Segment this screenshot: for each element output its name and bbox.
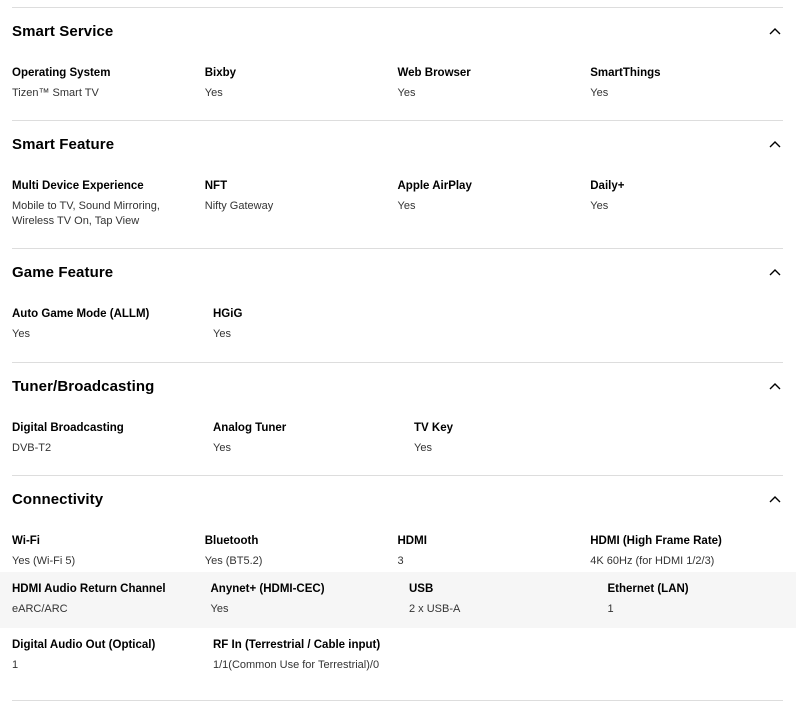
spec-row: Digital Audio Out (Optical) 1 RF In (Terr…	[12, 628, 783, 673]
spec-item: RF In (Terrestrial / Cable input) 1/1(Com…	[213, 628, 414, 673]
spec-item: Ethernet (LAN) 1	[608, 572, 796, 628]
spec-label: Digital Audio Out (Optical)	[12, 639, 156, 651]
spec-label: Operating System	[12, 67, 111, 79]
spec-item: Bixby Yes	[205, 56, 398, 101]
spec-value: Yes (Wi-Fi 5)	[12, 555, 76, 567]
spec-value: Yes (BT5.2)	[204, 555, 263, 567]
spec-label: Apple AirPlay	[397, 180, 472, 192]
spec-label: HDMI	[397, 535, 427, 547]
spec-value: 3	[397, 555, 404, 567]
spec-value: Yes	[590, 87, 609, 99]
spec-item: Daily+ Yes	[590, 169, 783, 229]
spec-value: Yes	[204, 87, 223, 99]
chevron-up-icon[interactable]	[769, 495, 781, 503]
spec-item: USB 2 x USB-A	[409, 572, 608, 628]
spec-value: 1	[607, 603, 614, 615]
spec-label: Digital Broadcasting	[12, 422, 124, 434]
spec-item: NFT Nifty Gateway	[205, 169, 398, 229]
spec-item: Bluetooth Yes (BT5.2)	[205, 524, 398, 572]
spec-value: Yes	[213, 442, 231, 454]
section-title: Smart Service	[12, 23, 114, 40]
spec-item: Digital Broadcasting DVB-T2	[12, 411, 213, 456]
spec-row: Auto Game Mode (ALLM) Yes HGiG Yes	[12, 297, 783, 342]
spec-item: Digital Audio Out (Optical) 1	[12, 628, 213, 673]
spec-item: Multi Device Experience Mobile to TV, Sou…	[12, 169, 205, 229]
spec-value: Yes	[397, 87, 416, 99]
spec-label: NFT	[204, 180, 228, 192]
section-smart-feature: Smart Feature Multi Device Experience Mob…	[12, 121, 783, 248]
spec-item: Wi-Fi Yes (Wi-Fi 5)	[12, 524, 205, 572]
spec-value: Yes	[210, 603, 229, 615]
spec-label: SmartThings	[590, 67, 661, 79]
spec-label: HGiG	[213, 308, 243, 320]
spec-value: Mobile to TV, Sound Mirroring,	[12, 200, 160, 212]
section-title: Tuner/Broadcasting	[12, 378, 155, 395]
spec-label: Auto Game Mode (ALLM)	[12, 308, 150, 320]
spec-label: HDMI Audio Return Channel	[12, 583, 166, 595]
spec-value: DVB-T2	[12, 442, 52, 454]
spec-item: TV Key Yes	[414, 411, 615, 456]
spec-list: Smart Service Operating System Tizen™ Sma…	[0, 0, 796, 701]
section-tuner-broadcasting: Tuner/Broadcasting Digital Broadcasting D…	[12, 363, 783, 475]
spec-value: Nifty Gateway	[204, 200, 274, 212]
section-game-feature: Game Feature Auto Game Mode (ALLM) Yes HG…	[12, 249, 783, 362]
divider	[12, 700, 783, 701]
spec-row: Multi Device Experience Mobile to TV, Sou…	[12, 169, 783, 229]
section-header[interactable]: Game Feature	[12, 249, 783, 297]
spec-item: Operating System Tizen™ Smart TV	[12, 56, 205, 101]
spec-label: TV Key	[414, 422, 453, 434]
spec-label: Analog Tuner	[213, 422, 287, 434]
spec-item: SmartThings Yes	[590, 56, 783, 101]
spec-label: Web Browser	[397, 67, 471, 79]
spec-value: Yes	[414, 442, 432, 454]
section-header[interactable]: Smart Service	[12, 8, 783, 56]
chevron-up-icon[interactable]	[769, 268, 781, 276]
section-header[interactable]: Tuner/Broadcasting	[12, 363, 783, 411]
spec-label: Wi-Fi	[12, 535, 40, 547]
spec-item: Web Browser Yes	[398, 56, 591, 101]
chevron-up-icon[interactable]	[769, 27, 781, 35]
spec-label: Anynet+ (HDMI-CEC)	[210, 583, 325, 595]
spec-item: HDMI Audio Return Channel eARC/ARC	[12, 572, 211, 628]
spec-item: HDMI 3	[398, 524, 591, 572]
section-title: Connectivity	[12, 491, 104, 508]
spec-item: HGiG Yes	[213, 297, 414, 342]
section-title: Smart Feature	[12, 136, 115, 153]
section-title: Game Feature	[12, 264, 114, 281]
spec-value: Yes	[12, 328, 30, 340]
section-smart-service: Smart Service Operating System Tizen™ Sma…	[12, 8, 783, 120]
spec-row-highlighted: HDMI Audio Return Channel eARC/ARC Anynet…	[0, 572, 796, 628]
section-connectivity: Connectivity Wi-Fi Yes (Wi-Fi 5) Bluetoot…	[0, 476, 796, 700]
spec-label: Ethernet (LAN)	[607, 583, 689, 595]
spec-item: Apple AirPlay Yes	[398, 169, 591, 229]
spec-item: HDMI (High Frame Rate) 4K 60Hz (for HDMI …	[590, 524, 783, 572]
spec-value: 1	[12, 659, 19, 671]
spec-label: Multi Device Experience	[12, 180, 144, 192]
spec-value: Tizen™ Smart TV	[12, 87, 99, 99]
chevron-up-icon[interactable]	[769, 382, 781, 390]
spec-row: Operating System Tizen™ Smart TV Bixby Yes…	[12, 56, 783, 101]
spec-label: Bixby	[204, 67, 237, 79]
spec-value: Yes	[213, 328, 231, 340]
spec-row: Digital Broadcasting DVB-T2 Analog Tuner Y…	[12, 411, 783, 456]
chevron-up-icon[interactable]	[769, 140, 781, 148]
spec-value: Yes	[590, 200, 609, 212]
spec-value: eARC/ARC	[12, 603, 68, 615]
spec-value: 1/1(Common Use for Terrestrial)/0	[213, 659, 380, 671]
spec-value: 2 x USB-A	[409, 603, 461, 615]
spec-label: HDMI (High Frame Rate)	[590, 535, 722, 547]
section-header[interactable]: Connectivity	[12, 476, 783, 524]
spec-value: Yes	[397, 200, 416, 212]
spec-label: Daily+	[590, 180, 625, 192]
spec-label: RF In (Terrestrial / Cable input)	[213, 639, 381, 651]
spec-item: Analog Tuner Yes	[213, 411, 414, 456]
spec-label: Bluetooth	[204, 535, 259, 547]
spec-item: Auto Game Mode (ALLM) Yes	[12, 297, 213, 342]
spec-row: Wi-Fi Yes (Wi-Fi 5) Bluetooth Yes (BT5.2) …	[12, 524, 783, 572]
spec-value-line2: Wireless TV On, Tap View	[12, 215, 140, 227]
spec-value: 4K 60Hz (for HDMI 1/2/3)	[590, 555, 715, 567]
spec-label: USB	[409, 583, 434, 595]
section-header[interactable]: Smart Feature	[12, 121, 783, 169]
spec-item: Anynet+ (HDMI-CEC) Yes	[211, 572, 410, 628]
